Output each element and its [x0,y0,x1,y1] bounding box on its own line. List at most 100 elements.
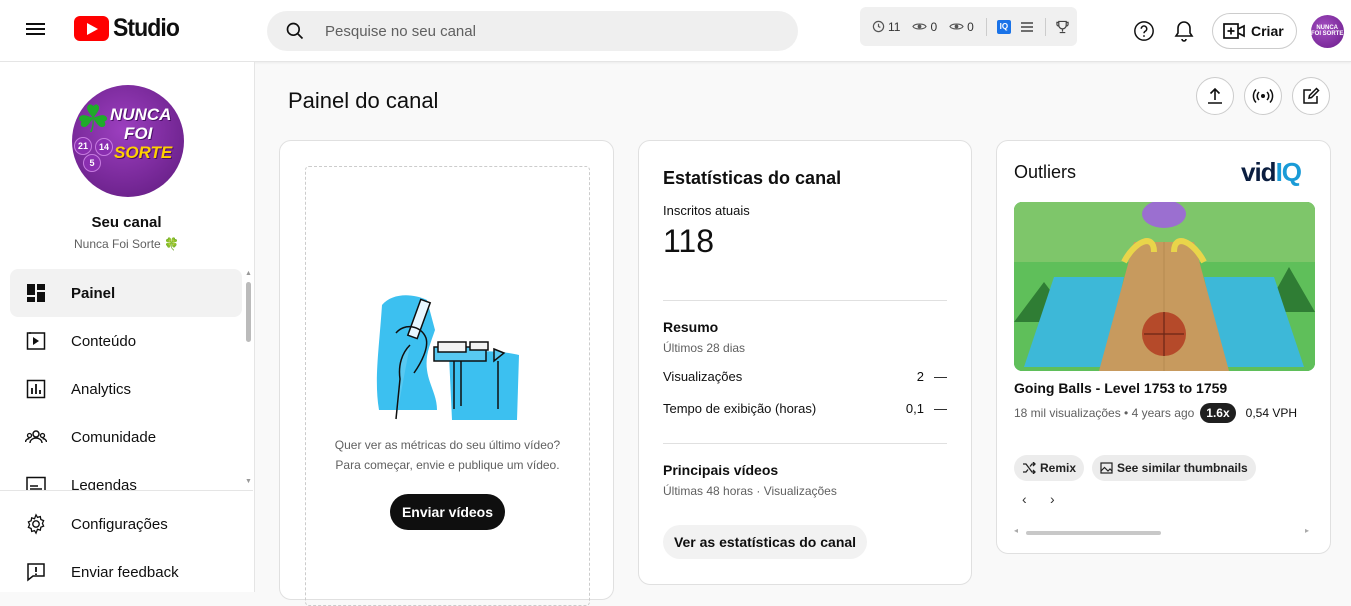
upload-prompt: Quer ver as métricas do seu último vídeo… [334,438,561,472]
search-input[interactable] [325,22,745,40]
outliers-card: Outliers vidIQ Going Balls - Level 1753 … [996,140,1331,554]
upload-icon [1208,87,1222,104]
feedback-icon [24,560,48,584]
menu-icon[interactable] [24,19,48,43]
sidebar-item-label: Configurações [71,515,168,533]
search-icon[interactable] [285,21,305,41]
sidebar-item-label: Comunidade [71,428,157,446]
stats-row-watch-time: Tempo de exibição (horas) 0,1 — [663,401,947,416]
channel-stats-card: Estatísticas do canal Inscritos atuais 1… [638,140,972,585]
channel-avatar[interactable]: ☘ NUNCA FOI SORTE 21 14 5 [72,85,184,197]
stats-row-views: Visualizações 2 — [663,369,947,384]
scroll-thumb[interactable] [246,282,251,342]
account-avatar[interactable]: NUNCA FOI SORTE [1310,14,1344,48]
next-arrow-icon[interactable]: › [1050,491,1055,507]
sidebar-item-label: Analytics [71,380,132,398]
sidebar-item-label: Conteúdo [71,332,137,350]
trophy-icon[interactable] [1056,20,1069,34]
vidiq-badge-icon[interactable]: IQ [996,19,1011,34]
live-icon [1252,88,1274,104]
summary-title: Resumo [663,319,719,335]
channel-analytics-button[interactable]: Ver as estatísticas do canal [663,525,867,559]
scroll-up-arrow-icon[interactable]: ▲ [245,270,252,277]
prev-arrow-icon[interactable]: ‹ [1022,491,1027,507]
subscribers-label: Inscritos atuais [663,203,750,218]
scroll-thumb[interactable] [1026,531,1161,535]
youtube-logo-icon [74,16,109,41]
studio-logo[interactable]: Studio [74,14,185,43]
lottery-ball: 14 [95,138,113,156]
scroll-right-arrow-icon[interactable]: ▸ [1305,526,1309,535]
notifications-button[interactable] [1164,11,1204,51]
subscribers-count: 118 [663,223,715,259]
similar-thumbnails-button[interactable]: See similar thumbnails [1092,455,1256,481]
top-bar: Studio 11 0 0 IQ Criar [0,0,1351,62]
clover-icon: ☘ [76,99,111,141]
create-post-button[interactable] [1292,77,1330,115]
top-videos-title: Principais vídeos [663,462,779,478]
list-icon[interactable] [1020,21,1033,32]
vidiq-stat-value: 11 [888,19,901,34]
scroll-left-arrow-icon[interactable]: ◂ [1014,526,1018,535]
remix-button[interactable]: Remix [1014,455,1085,481]
outliers-scrollbar[interactable]: ◂ ▸ [1014,526,1314,537]
vph-value: 0,54 VPH [1245,406,1298,420]
image-icon [1100,462,1113,474]
sidebar-item-feedback[interactable]: Enviar feedback [10,548,242,596]
sidebar-item-analytics[interactable]: Analytics [10,365,242,413]
vidiq-stat-views[interactable]: 0 [912,20,937,34]
search-bar[interactable] [267,11,798,51]
upload-dropzone[interactable]: Quer ver as métricas do seu último vídeo… [305,166,590,606]
upload-button[interactable] [1196,77,1234,115]
edit-icon [1303,87,1320,104]
vidiq-logo: vidIQ [1241,157,1302,187]
video-title[interactable]: Going Balls - Level 1753 to 1759 [1014,380,1227,396]
lottery-ball: 5 [83,154,101,172]
eye-icon [912,23,928,30]
video-thumbnail[interactable] [1014,202,1315,371]
scroll-down-arrow-icon[interactable]: ▼ [245,478,252,485]
divider [985,17,987,36]
sidebar-item-label: Enviar feedback [71,563,179,581]
video-meta: 18 mil visualizações • 4 years ago 1.6x … [1014,403,1297,423]
subtitles-icon [24,473,48,490]
vidiq-stat-clock[interactable]: 11 [872,20,900,34]
latest-video-card: Quer ver as métricas do seu último vídeo… [279,140,614,606]
microscope-illustration-icon [376,295,519,420]
sidebar-nav: Painel Conteúdo Analytics Comunidade Leg… [0,268,253,490]
create-button[interactable]: Criar [1212,13,1297,49]
vidiq-stat-views-2[interactable]: 0 [949,20,974,34]
sidebar-item-painel[interactable]: Painel [10,269,242,317]
vidiq-toolbar[interactable]: 11 0 0 IQ [860,7,1077,46]
create-label: Criar [1251,23,1284,39]
divider [1044,17,1046,36]
channel-avatar-logo: NUNCA FOI SORTE [110,105,173,162]
stats-card-title: Estatísticas do canal [663,168,842,188]
channel-name[interactable]: Nunca Foi Sorte 🍀 [0,237,253,251]
create-video-icon [1223,23,1245,39]
eye-icon [949,23,964,30]
sidebar: ☘ NUNCA FOI SORTE 21 14 5 Seu canal Nunc… [0,62,255,592]
community-icon [24,425,48,449]
page-title: Painel do canal [288,88,439,113]
avatar-text: NUNCA FOI SORTE [1311,25,1344,37]
upload-videos-button[interactable]: Enviar vídeos [390,494,505,530]
divider [663,300,947,301]
gear-icon [24,512,48,536]
sidebar-item-conteudo[interactable]: Conteúdo [10,317,242,365]
lottery-ball: 21 [74,137,92,155]
sidebar-item-comunidade[interactable]: Comunidade [10,413,242,461]
dashboard-icon [24,281,48,305]
help-icon [1134,21,1154,41]
help-button[interactable] [1124,11,1164,51]
sidebar-scrollbar[interactable]: ▲ ▼ [244,268,252,490]
clock-icon [872,20,885,33]
bell-icon [1174,21,1194,42]
top-videos-subtitle: Últimas 48 horas · Visualizações [663,484,837,498]
divider [663,443,947,444]
sidebar-item-legendas[interactable]: Legendas [10,461,242,490]
sidebar-item-configuracoes[interactable]: Configurações [10,500,242,548]
vidiq-stat-value: 0 [930,19,938,34]
go-live-button[interactable] [1244,77,1282,115]
vidiq-stat-value: 0 [967,19,974,34]
